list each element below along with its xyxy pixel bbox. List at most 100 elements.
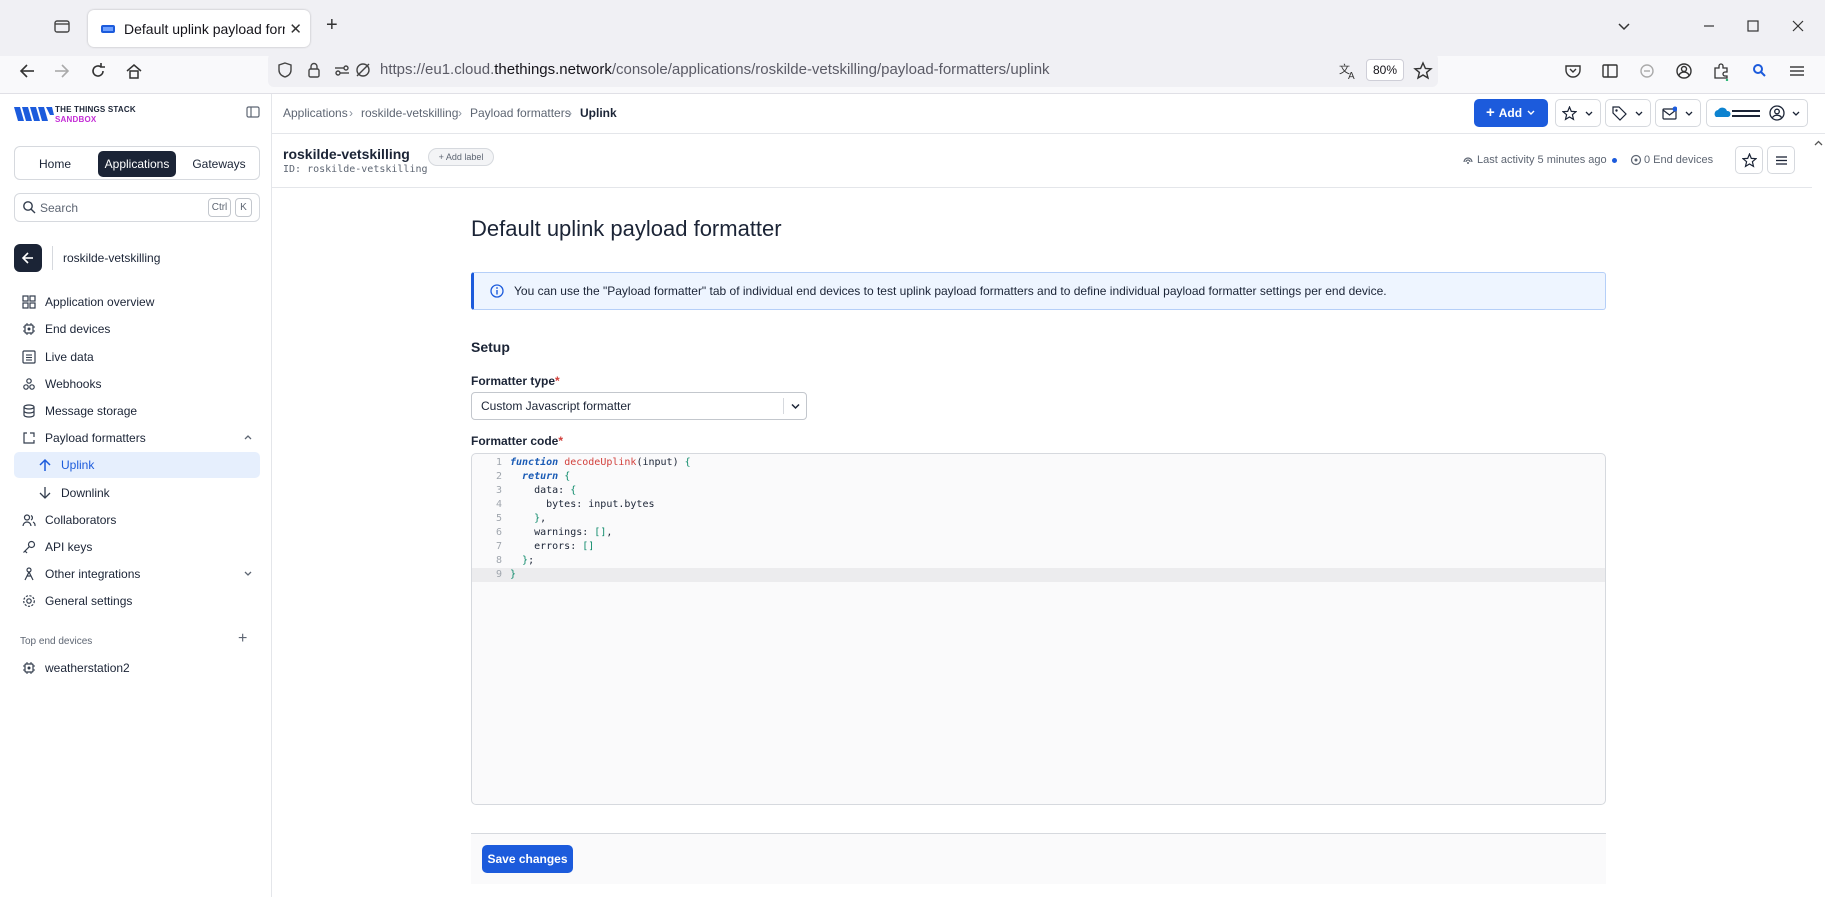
chip-icon (22, 661, 36, 675)
plus-icon: + (1485, 104, 1495, 121)
chip-icon (1630, 154, 1642, 166)
chevron-up-icon (243, 432, 253, 442)
ttn-network-logo-icon (1713, 106, 1763, 121)
formatter-code-label: Formatter code* (471, 434, 564, 448)
pocket-icon[interactable] (1563, 61, 1583, 81)
tracking-protection-icon[interactable] (354, 61, 374, 81)
sidebar-item-label: Collaborators (45, 513, 117, 527)
code-icon (22, 431, 36, 445)
sidebar-item-uplink[interactable]: Uplink (14, 452, 260, 478)
window-close-icon[interactable] (1788, 16, 1808, 36)
code-line: 8 }; (495, 555, 535, 566)
sidebar-item-label: Downlink (61, 486, 110, 500)
permissions-icon[interactable] (333, 61, 353, 81)
back-arrow-icon[interactable] (17, 61, 37, 81)
sidebar-item-general-settings[interactable]: General settings (14, 588, 260, 614)
new-tab-icon[interactable]: + (326, 14, 338, 37)
tag-icon (1612, 106, 1627, 121)
grid-icon (22, 295, 36, 309)
code-line: 7 errors: [] (495, 541, 595, 552)
sidebar-item-live-data[interactable]: Live data (14, 344, 260, 370)
sidebar-item-payload-formatters[interactable]: Payload formatters (14, 425, 260, 451)
notifications-dropdown-button[interactable] (1655, 99, 1701, 127)
tab-overflow-icon[interactable] (1614, 16, 1634, 36)
sidebar-collapse-icon[interactable] (246, 105, 260, 119)
back-to-applications-button[interactable] (14, 244, 42, 272)
breadcrumb-app[interactable]: roskilde-vetskilling (361, 106, 458, 120)
extension-icon[interactable] (1637, 61, 1657, 81)
sidebar-item-end-devices[interactable]: End devices (14, 316, 260, 342)
breadcrumb-current: Uplink (580, 106, 617, 120)
chip-icon (22, 322, 36, 336)
reload-icon[interactable] (88, 61, 108, 81)
browser-tab-active[interactable]: Default uplink payload formatte ✕ (88, 10, 310, 47)
user-menu-button[interactable] (1706, 99, 1808, 127)
sidebar-item-label: End devices (45, 322, 111, 336)
lock-icon[interactable] (305, 61, 325, 81)
star-icon (1562, 106, 1577, 121)
reader-view-icon[interactable] (1600, 61, 1620, 81)
labels-dropdown-button[interactable] (1605, 99, 1651, 127)
sidebar-item-label: Live data (45, 350, 94, 364)
formatter-type-value: Custom Javascript formatter (481, 399, 632, 413)
star-bookmark-button[interactable] (1735, 146, 1763, 174)
menu-hamburger-icon[interactable] (1787, 61, 1807, 81)
sidebar-item-message-storage[interactable]: Message storage (14, 398, 260, 424)
sidebar-item-application-overview[interactable]: Application overview (14, 289, 260, 315)
translate-icon[interactable]: 文A (1338, 61, 1358, 81)
add-button[interactable]: + Add (1474, 99, 1548, 127)
add-label-button[interactable]: + Add label (428, 148, 494, 166)
app-menu-button[interactable] (1767, 146, 1795, 174)
tab-applications[interactable]: Applications (98, 151, 176, 177)
sidebar-item-label: Application overview (45, 295, 155, 309)
scroll-up-icon[interactable] (1814, 139, 1823, 148)
code-line: 2 return { (495, 471, 571, 482)
sidebar-item-label: Payload formatters (45, 431, 146, 445)
code-line-current: 9} (472, 568, 1605, 582)
tts-logo-icon (14, 103, 54, 125)
zoom-level-badge[interactable]: 80% (1366, 59, 1404, 81)
bookmarks-dropdown-button[interactable] (1555, 99, 1601, 127)
webhook-icon (22, 377, 36, 391)
sidebar-device-item[interactable]: weatherstation2 (14, 655, 260, 681)
sidebar-item-api-keys[interactable]: API keys (14, 534, 260, 560)
last-activity-text: Last activity 5 minutes ago (1477, 154, 1607, 166)
sidebar-item-label: Uplink (61, 458, 95, 472)
page-scrollbar[interactable] (1812, 135, 1825, 897)
activity-dot (1612, 158, 1617, 163)
window-minimize-icon[interactable] (1699, 16, 1719, 36)
add-device-plus-icon[interactable]: + (238, 630, 247, 648)
code-line: 1 function decodeUplink(input) { (495, 457, 691, 468)
tab-list-icon[interactable] (53, 17, 73, 37)
chevron-down-icon (1684, 109, 1694, 119)
code-editor[interactable]: 1 function decodeUplink(input) { 2 return… (471, 453, 1606, 805)
formatter-type-select[interactable]: Custom Javascript formatter (471, 392, 807, 420)
breadcrumb-applications[interactable]: Applications (283, 106, 348, 120)
home-icon[interactable] (124, 61, 144, 81)
tab-gateways[interactable]: Gateways (182, 151, 256, 177)
shortcut-ctrl-key: Ctrl (208, 198, 231, 217)
bookmark-star-icon[interactable] (1413, 61, 1433, 81)
extensions-puzzle-icon[interactable] (1711, 61, 1731, 81)
save-changes-button[interactable]: Save changes (482, 845, 573, 873)
tab-home[interactable]: Home (19, 151, 91, 177)
breadcrumb-payload-formatters[interactable]: Payload formatters (470, 106, 571, 120)
sidebar-item-collaborators[interactable]: Collaborators (14, 507, 260, 533)
window-maximize-icon[interactable] (1743, 16, 1763, 36)
sidebar-item-downlink[interactable]: Downlink (14, 480, 260, 506)
end-devices-count[interactable]: 0 End devices (1644, 154, 1713, 166)
url-text[interactable]: https://eu1.cloud.thethings.network/cons… (380, 61, 1050, 78)
account-icon[interactable] (1674, 61, 1694, 81)
shield-icon[interactable] (276, 61, 296, 81)
code-line: 5 }, (495, 513, 547, 524)
chevron-down-icon (790, 401, 801, 412)
star-icon (1742, 153, 1757, 168)
activity-icon (1462, 154, 1474, 166)
forward-arrow-icon[interactable] (52, 61, 72, 81)
sidebar-search-input[interactable]: Search Ctrl K (14, 193, 260, 222)
sidebar-item-webhooks[interactable]: Webhooks (14, 371, 260, 397)
search-extension-icon[interactable] (1750, 61, 1770, 81)
tab-close-icon[interactable]: ✕ (289, 20, 302, 38)
logo-text-line1: THE THINGS STACK (55, 105, 136, 114)
sidebar-item-other-integrations[interactable]: Other integrations (14, 561, 260, 587)
